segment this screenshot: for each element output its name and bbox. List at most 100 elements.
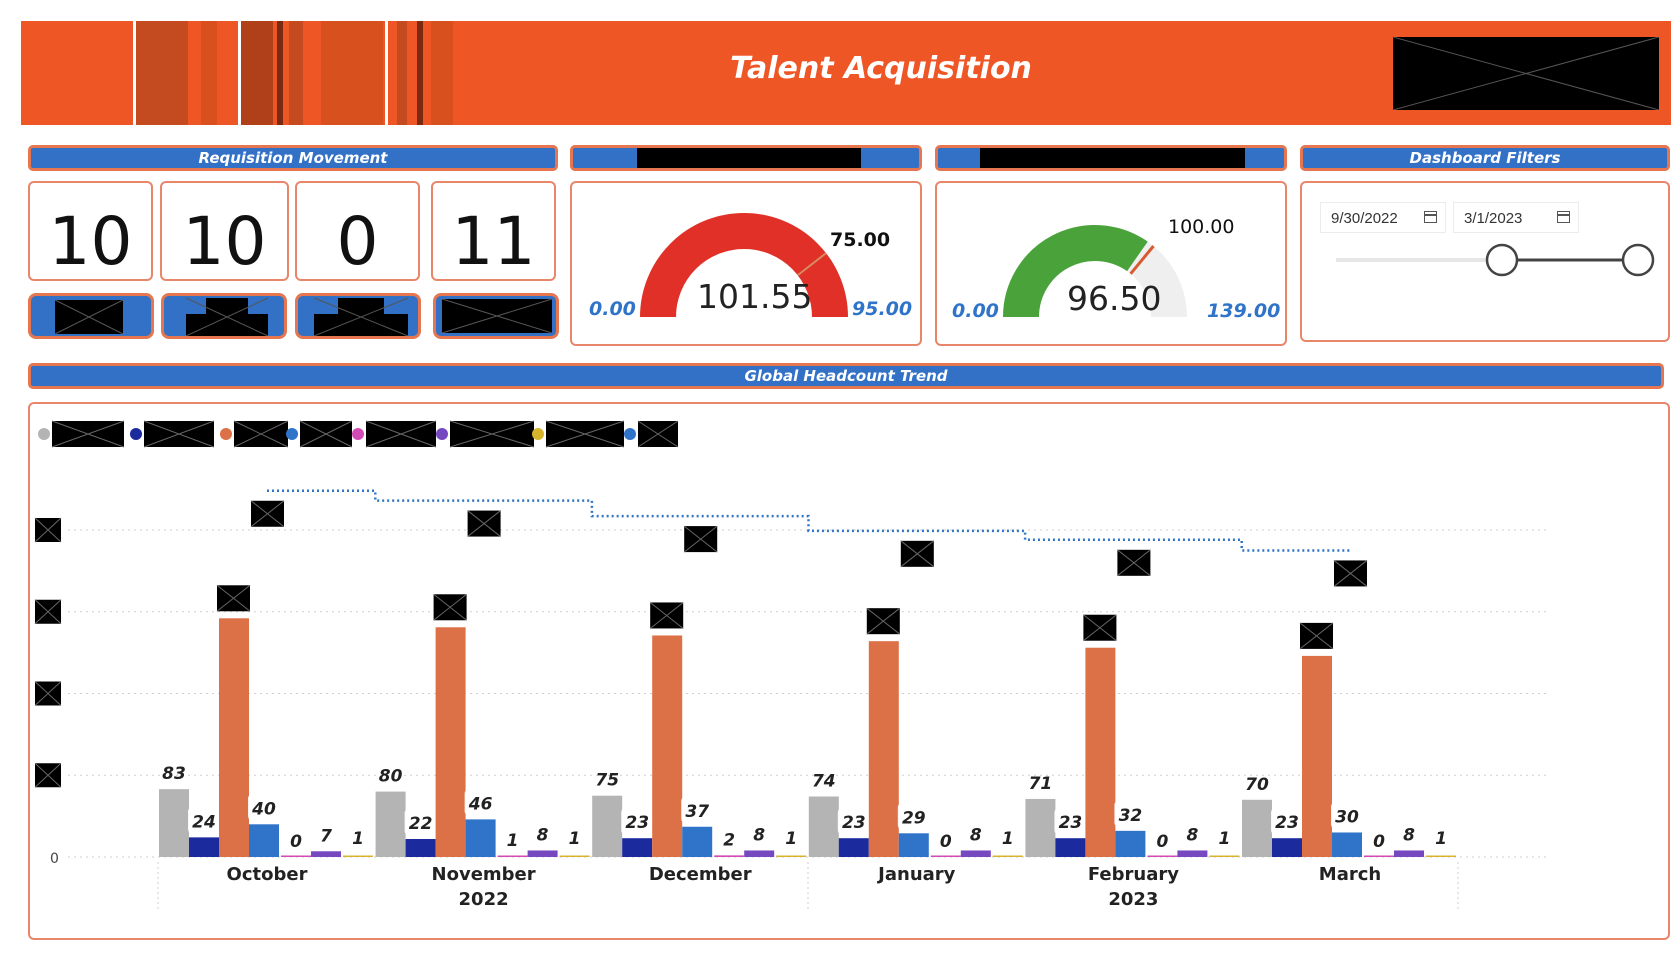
date-range-slider[interactable]	[1330, 240, 1660, 280]
bar[interactable]	[343, 855, 373, 858]
kpi-value: 11	[451, 203, 536, 280]
bar-value-label: 24	[192, 812, 216, 832]
bar[interactable]	[868, 641, 899, 857]
kpi-card: 0	[295, 181, 420, 281]
bar[interactable]	[898, 833, 929, 857]
bar[interactable]	[1394, 850, 1424, 857]
bar[interactable]	[189, 837, 219, 857]
gauge1-header	[570, 145, 922, 171]
dashboard-filters-title: Dashboard Filters	[1409, 149, 1561, 167]
bar[interactable]	[1242, 799, 1272, 857]
y-tick-label-zero: 0	[50, 851, 59, 867]
kpi-filter-button[interactable]	[295, 293, 421, 339]
bar[interactable]	[592, 795, 623, 857]
requisition-movement-title: Requisition Movement	[198, 149, 388, 167]
start-date-input[interactable]: 9/30/2022	[1320, 202, 1446, 233]
bar[interactable]	[1025, 798, 1056, 857]
kpi-card: 11	[431, 181, 556, 281]
bar[interactable]	[622, 838, 653, 857]
x-year-label: 2022	[459, 889, 509, 910]
bar-value-label: 8	[753, 825, 765, 845]
bar[interactable]	[652, 635, 683, 857]
bar[interactable]	[435, 627, 466, 857]
gauge-2-target: 100.00	[1168, 216, 1235, 238]
headcount-line[interactable]	[267, 489, 1350, 552]
bar[interactable]	[1055, 838, 1086, 857]
legend-dot[interactable]	[532, 428, 544, 440]
bar-value-label: 1	[507, 831, 519, 851]
bar[interactable]	[992, 855, 1023, 858]
kpi-value: 10	[48, 203, 133, 280]
bar[interactable]	[497, 855, 528, 858]
bar[interactable]	[281, 855, 311, 858]
calendar-icon[interactable]	[1424, 211, 1437, 223]
bar[interactable]	[1426, 855, 1456, 858]
bar-value-label: 8	[1403, 825, 1415, 845]
bar[interactable]	[527, 850, 558, 857]
bar[interactable]	[1177, 850, 1208, 857]
bar[interactable]	[1147, 855, 1178, 858]
bar[interactable]	[465, 819, 496, 857]
bar-value-label: 1	[569, 829, 581, 849]
header-decor-stripe	[397, 21, 407, 125]
bar[interactable]	[1332, 832, 1362, 857]
bar-value-label: 0	[1156, 832, 1168, 852]
bar-value-label: 83	[162, 764, 186, 784]
bar-value-label: 23	[842, 813, 866, 833]
bar[interactable]	[744, 850, 775, 857]
bar[interactable]	[405, 839, 436, 857]
end-date-value: 3/1/2023	[1464, 210, 1523, 227]
legend-dot[interactable]	[436, 428, 448, 440]
bar[interactable]	[1272, 838, 1302, 857]
kpi-value: 0	[336, 203, 379, 280]
bar[interactable]	[808, 796, 839, 857]
bar[interactable]	[311, 851, 341, 857]
bar-value-label: 1	[1218, 829, 1230, 849]
bar[interactable]	[559, 855, 590, 858]
bar[interactable]	[1085, 647, 1116, 857]
gauge-1-value: 101.55	[697, 277, 813, 316]
x-category-label: October	[227, 864, 308, 885]
legend-dot[interactable]	[352, 428, 364, 440]
kpi-card: 10	[28, 181, 153, 281]
legend-dot[interactable]	[220, 428, 232, 440]
bar[interactable]	[219, 618, 249, 857]
bar[interactable]	[375, 791, 406, 857]
legend-dot[interactable]	[286, 428, 298, 440]
end-date-input[interactable]: 3/1/2023	[1453, 202, 1579, 233]
kpi-filter-button[interactable]	[28, 293, 154, 339]
bar-value-label: 8	[1186, 825, 1198, 845]
bar[interactable]	[960, 850, 991, 857]
redacted-title	[637, 148, 861, 168]
legend-dot[interactable]	[38, 428, 50, 440]
x-category-label: January	[876, 864, 955, 885]
bar[interactable]	[159, 789, 189, 857]
bar[interactable]	[249, 824, 279, 857]
bar[interactable]	[1209, 855, 1240, 858]
kpi-filter-button[interactable]	[433, 293, 559, 339]
gauge-2-max: 139.00	[1207, 300, 1281, 322]
gauge2-header	[935, 145, 1287, 171]
calendar-icon[interactable]	[1557, 211, 1570, 223]
bar[interactable]	[1364, 855, 1394, 858]
bar[interactable]	[1115, 830, 1146, 857]
legend-dot[interactable]	[130, 428, 142, 440]
header-decor-stripe	[241, 21, 273, 125]
bar[interactable]	[930, 855, 961, 858]
kpi-filter-button[interactable]	[161, 293, 287, 339]
header-decor-stripe	[277, 21, 283, 125]
x-category-label: March	[1319, 864, 1381, 885]
legend-dot[interactable]	[624, 428, 636, 440]
header-decor-stripe	[289, 21, 303, 125]
bar[interactable]	[1302, 655, 1332, 857]
redacted-title	[980, 148, 1245, 168]
header-banner: Talent Acquisition	[21, 21, 1671, 125]
header-decor-stripe	[385, 21, 388, 125]
slider-handle-start[interactable]	[1485, 243, 1519, 277]
bar[interactable]	[682, 826, 713, 857]
bar[interactable]	[776, 855, 807, 858]
slider-handle-end[interactable]	[1621, 243, 1655, 277]
bar[interactable]	[714, 855, 745, 857]
bar[interactable]	[838, 838, 869, 857]
bar-value-label: 0	[290, 832, 302, 852]
